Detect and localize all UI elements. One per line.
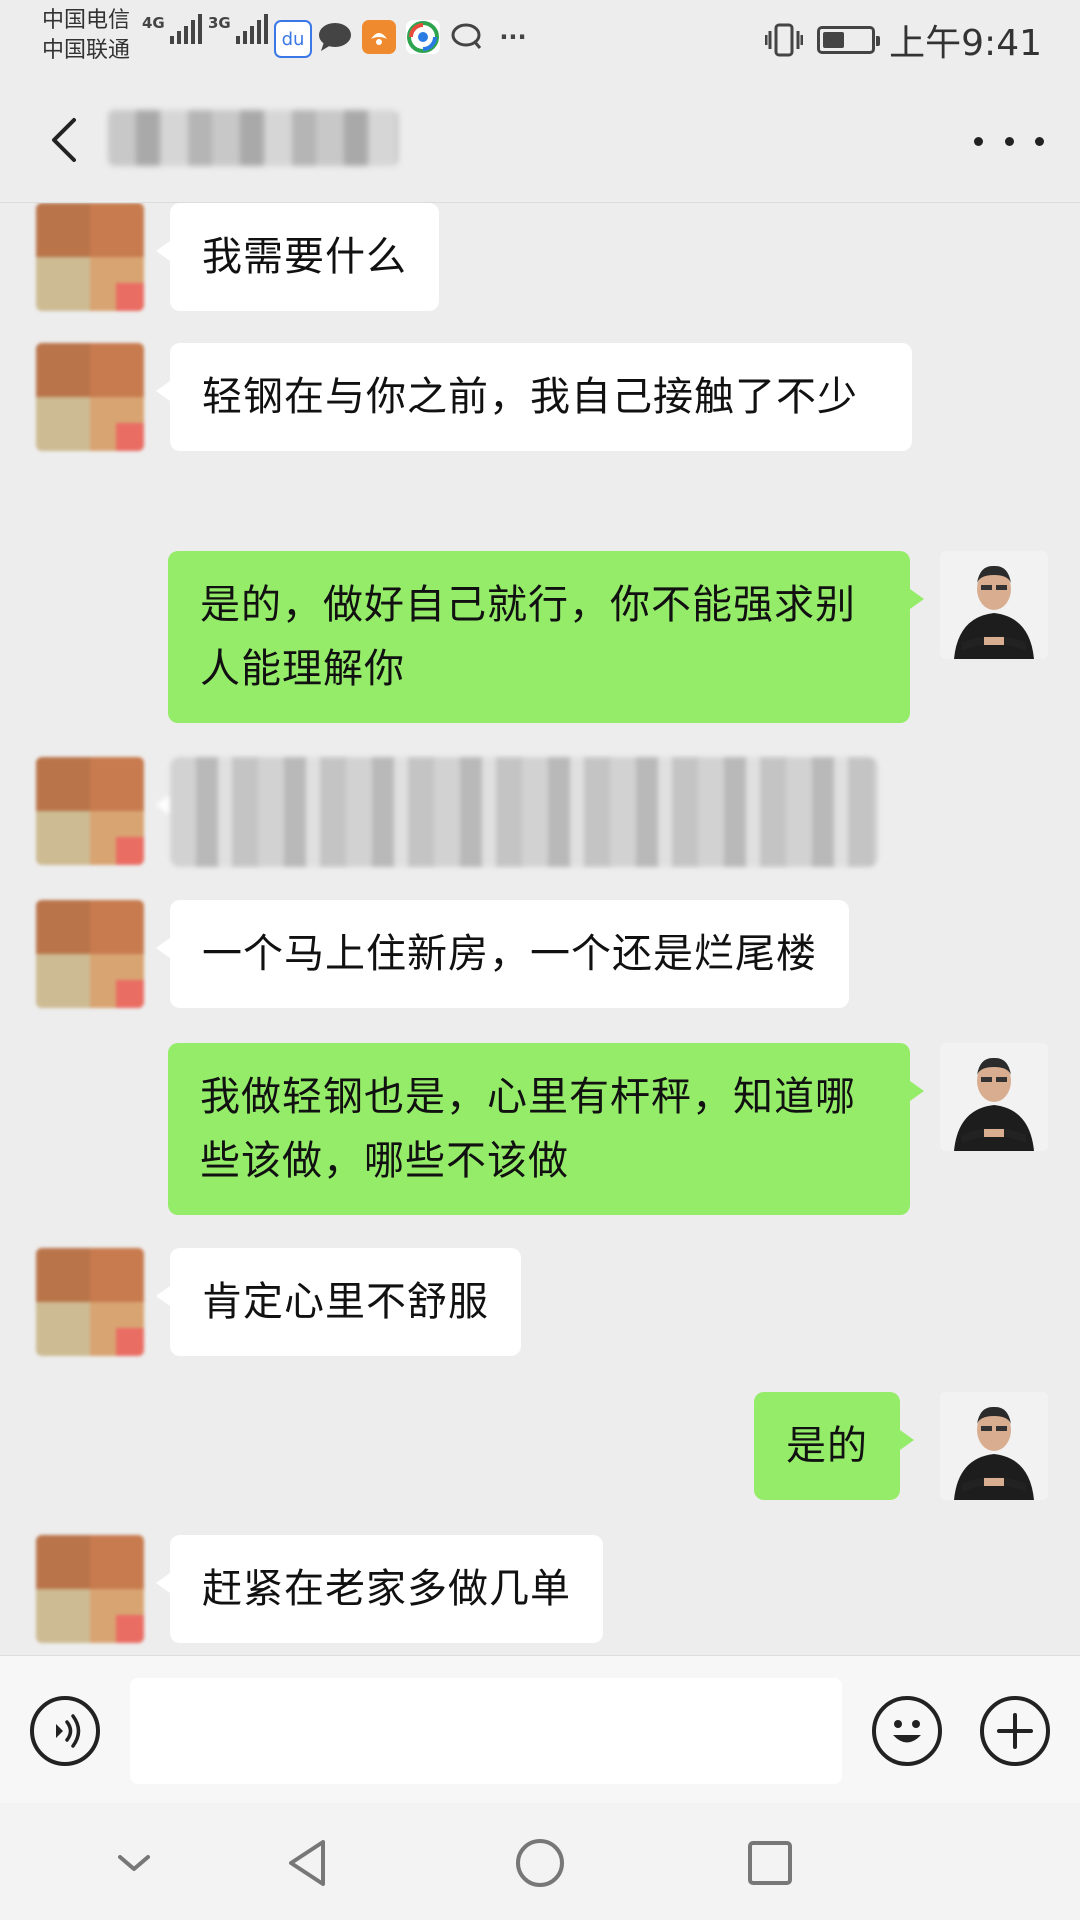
message-bubble-received[interactable]: 一个马上住新房，一个还是烂尾楼 bbox=[156, 900, 849, 1008]
battery-fill bbox=[823, 32, 845, 48]
contact-avatar[interactable] bbox=[36, 1535, 144, 1643]
carrier-1: 中国电信 bbox=[42, 8, 131, 33]
input-bar bbox=[0, 1655, 1080, 1804]
status-time: 上午9:41 bbox=[889, 23, 1042, 64]
status-right: 上午9:41 bbox=[764, 14, 1042, 66]
self-avatar[interactable] bbox=[940, 1043, 1048, 1151]
message-bubble-sent[interactable]: 是的 bbox=[754, 1392, 914, 1500]
signal-3g-icon: 3G bbox=[208, 14, 268, 44]
network-1-label: 4G bbox=[142, 14, 165, 32]
back-button[interactable] bbox=[34, 108, 94, 172]
status-bar: 中国电信 中国联通 4G 3G du ··· 上午9:41 bbox=[0, 0, 1080, 80]
message-bubble-received[interactable]: 赶紧在老家多做几单 bbox=[156, 1535, 603, 1643]
self-avatar[interactable] bbox=[940, 551, 1048, 659]
hide-nav-button[interactable] bbox=[104, 1833, 164, 1893]
network-2-label: 3G bbox=[208, 14, 231, 32]
chat-bubble-icon bbox=[318, 20, 352, 54]
chat-list[interactable]: 我需要什么 轻钢在与你之前，我自己接触了不少 是的，做好自己就行，你不能强求别人… bbox=[0, 203, 1080, 1655]
contact-avatar[interactable] bbox=[36, 900, 144, 1008]
nav-home-button[interactable] bbox=[510, 1833, 570, 1893]
voice-button[interactable] bbox=[30, 1696, 100, 1766]
vibrate-icon bbox=[764, 21, 804, 59]
voice-icon bbox=[56, 1714, 81, 1748]
plus-icon bbox=[997, 1713, 1033, 1749]
back-triangle-icon bbox=[289, 1840, 325, 1886]
plus-button[interactable] bbox=[980, 1696, 1050, 1766]
baidu-icon: du bbox=[274, 20, 312, 58]
contact-name[interactable] bbox=[108, 110, 398, 166]
uc-browser-icon bbox=[362, 20, 396, 54]
signal-4g-icon: 4G bbox=[142, 14, 202, 44]
message-bubble-received[interactable]: 我需要什么 bbox=[156, 203, 439, 311]
browser-icon bbox=[406, 20, 440, 54]
nav-recents-button[interactable] bbox=[740, 1833, 800, 1893]
emoji-button[interactable] bbox=[872, 1696, 942, 1766]
contact-avatar[interactable] bbox=[36, 1248, 144, 1356]
message-bubble-received[interactable]: 轻钢在与你之前，我自己接触了不少 bbox=[156, 343, 912, 451]
system-nav-bar bbox=[0, 1803, 1080, 1920]
chat-header bbox=[0, 80, 1080, 203]
carrier-labels: 中国电信 中国联通 bbox=[42, 6, 130, 66]
more-button[interactable] bbox=[974, 126, 1044, 156]
message-input[interactable] bbox=[130, 1678, 842, 1784]
home-circle-icon bbox=[516, 1839, 564, 1887]
contact-avatar[interactable] bbox=[36, 203, 144, 311]
more-notifications-icon: ··· bbox=[499, 23, 527, 51]
recents-square-icon bbox=[748, 1841, 792, 1885]
message-outline-icon bbox=[450, 20, 484, 54]
message-bubble-sent[interactable]: 是的，做好自己就行，你不能强求别人能理解你 bbox=[168, 551, 924, 723]
carrier-2: 中国联通 bbox=[42, 38, 131, 63]
message-bubble-received[interactable]: 肯定心里不舒服 bbox=[156, 1248, 521, 1356]
chevron-down-icon bbox=[118, 1855, 150, 1871]
emoji-icon bbox=[893, 1720, 921, 1743]
contact-avatar[interactable] bbox=[36, 757, 144, 865]
battery-icon bbox=[817, 26, 881, 54]
self-avatar[interactable] bbox=[940, 1392, 1048, 1500]
message-bubble-received-blurred[interactable] bbox=[156, 757, 878, 867]
contact-avatar[interactable] bbox=[36, 343, 144, 451]
chevron-left-icon bbox=[52, 118, 76, 162]
more-dots-icon bbox=[974, 136, 983, 146]
nav-back-button[interactable] bbox=[278, 1833, 338, 1893]
message-bubble-sent[interactable]: 我做轻钢也是，心里有杆秤，知道哪些该做，哪些不该做 bbox=[168, 1043, 924, 1215]
